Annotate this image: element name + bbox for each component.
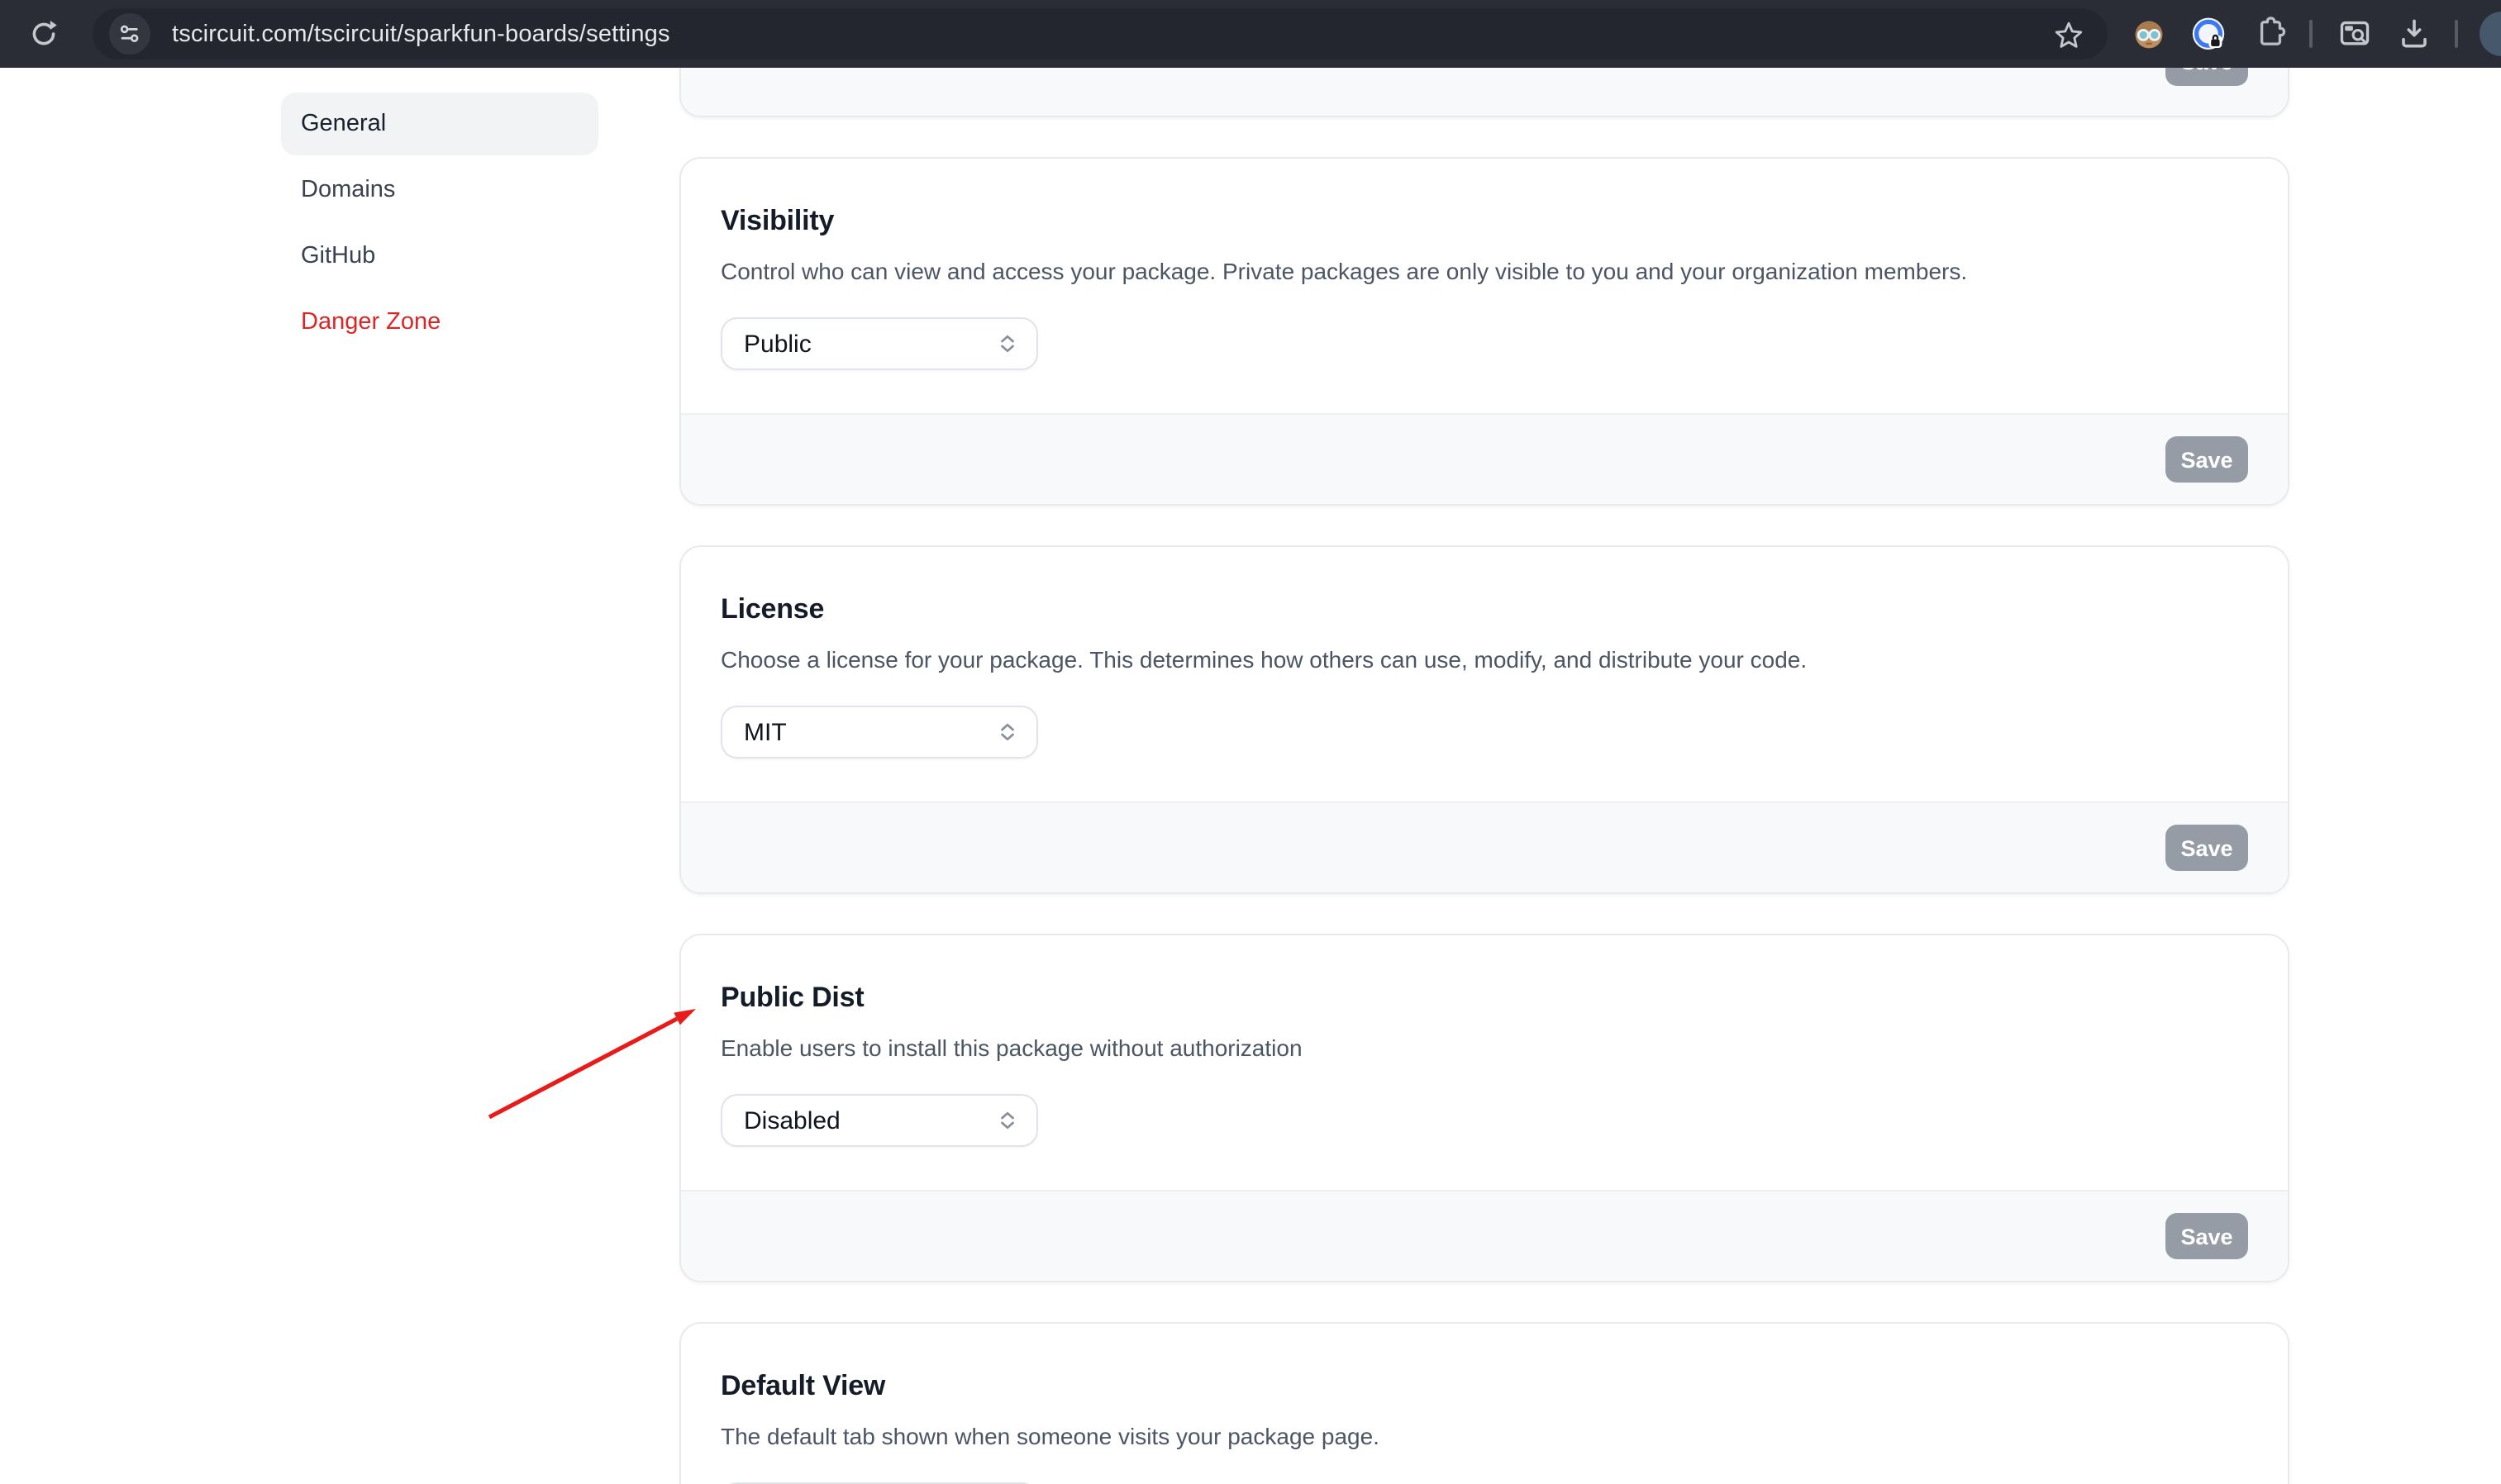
- browser-avatar[interactable]: [2480, 12, 2501, 56]
- page: tscircuit.com/tscircuit/sparkfun-boards/…: [0, 0, 2501, 1484]
- profile-extension-button[interactable]: [2129, 14, 2169, 54]
- public-dist-select[interactable]: Disabled: [721, 1094, 1038, 1147]
- site-info-button[interactable]: [109, 13, 150, 55]
- screen-search-icon: [2337, 17, 2371, 51]
- select-value: MIT: [744, 718, 787, 746]
- bookmark-star-icon: [2052, 19, 2084, 50]
- chevron-up-down-icon: [997, 721, 1018, 744]
- password-manager-button[interactable]: [2189, 14, 2228, 54]
- extensions-icon: [2251, 17, 2285, 51]
- url-text[interactable]: tscircuit.com/tscircuit/sparkfun-boards/…: [172, 21, 2108, 47]
- toolbar-right-icons: [2119, 0, 2501, 68]
- address-bar[interactable]: tscircuit.com/tscircuit/sparkfun-boards/…: [93, 8, 2108, 59]
- reload-icon: [27, 18, 59, 50]
- license-select[interactable]: MIT: [721, 706, 1038, 759]
- sidebar-item-domains[interactable]: Domains: [281, 159, 598, 221]
- password-manager-icon: [2189, 14, 2228, 54]
- card-footer: Save: [681, 801, 2288, 892]
- sidebar-item-github[interactable]: GitHub: [281, 225, 598, 288]
- card-title: Visibility: [721, 198, 2248, 245]
- card-description: Enable users to install this package wit…: [721, 1031, 2248, 1064]
- save-button[interactable]: Save: [2165, 1213, 2248, 1259]
- license-card: License Choose a license for your packag…: [679, 545, 2289, 894]
- select-value: Public: [744, 330, 812, 358]
- visibility-select[interactable]: Public: [721, 317, 1038, 370]
- card-title: Default View: [721, 1363, 2248, 1410]
- card-title: Public Dist: [721, 975, 2248, 1021]
- select-value: Disabled: [744, 1106, 841, 1134]
- visibility-card: Visibility Control who can view and acce…: [679, 157, 2289, 506]
- public-dist-card: Public Dist Enable users to install this…: [679, 934, 2289, 1282]
- card-title: License: [721, 587, 2248, 633]
- download-icon: [2396, 17, 2431, 51]
- save-button[interactable]: Save: [2165, 436, 2248, 483]
- extensions-button[interactable]: [2248, 14, 2288, 54]
- chevron-up-down-icon: [997, 1109, 1018, 1132]
- profile-extension-icon: [2131, 16, 2167, 52]
- reload-button[interactable]: [15, 6, 71, 62]
- card-description: Choose a license for your package. This …: [721, 643, 2248, 676]
- card-description: The default tab shown when someone visit…: [721, 1420, 2248, 1453]
- screen-search-button[interactable]: [2334, 14, 2374, 54]
- save-button[interactable]: Save: [2165, 825, 2248, 871]
- settings-content: Save Visibility Control who can view and…: [679, 0, 2289, 1484]
- card-description: Control who can view and access your pac…: [721, 254, 2248, 288]
- bookmark-button[interactable]: [2050, 17, 2086, 53]
- toolbar-separator: [2455, 20, 2458, 48]
- default-view-card: Default View The default tab shown when …: [679, 1322, 2289, 1484]
- toolbar-separator: [2309, 20, 2313, 48]
- card-footer: Save: [681, 413, 2288, 504]
- site-info-icon: [117, 21, 142, 46]
- sidebar-item-general[interactable]: General: [281, 93, 598, 155]
- card-footer: Save: [681, 1190, 2288, 1281]
- settings-sidebar: General Domains GitHub Danger Zone: [281, 93, 598, 357]
- chevron-up-down-icon: [997, 332, 1018, 355]
- browser-toolbar: tscircuit.com/tscircuit/sparkfun-boards/…: [0, 0, 2501, 68]
- download-button[interactable]: [2394, 14, 2433, 54]
- sidebar-item-danger-zone[interactable]: Danger Zone: [281, 291, 598, 354]
